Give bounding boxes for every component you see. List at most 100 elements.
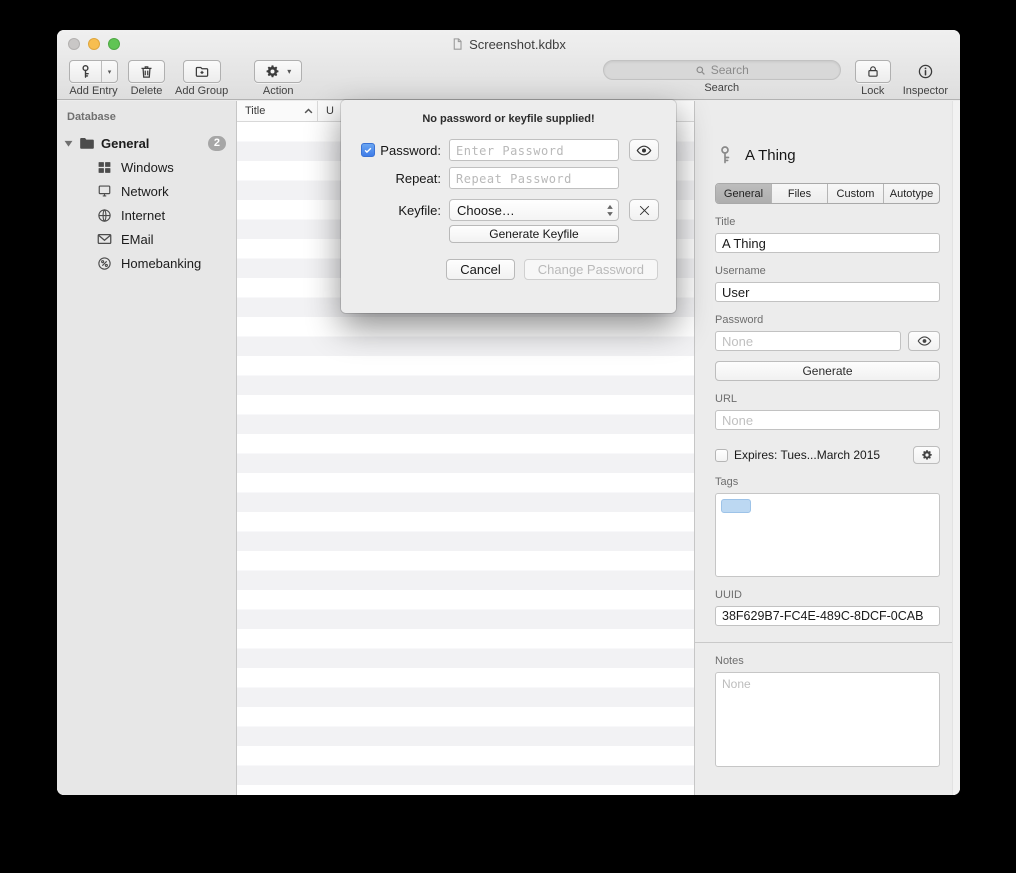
close-x-icon — [638, 204, 651, 217]
toolbar-item-search: Search Search — [603, 60, 841, 94]
column-header-username[interactable]: U — [318, 105, 334, 117]
window-title-text: Screenshot.kdbx — [469, 37, 566, 52]
keyfile-row: Keyfile: Choose… — [341, 199, 676, 221]
zoom-button[interactable] — [108, 38, 120, 50]
add-entry-button[interactable]: ▾ — [69, 60, 118, 83]
expires-label: Expires: Tues...March 2015 — [734, 448, 907, 462]
search-label: Search — [704, 82, 739, 94]
keyfile-selected-value: Choose… — [457, 203, 606, 218]
search-icon — [695, 65, 706, 76]
keyfile-popup-button[interactable]: Choose… — [449, 199, 619, 221]
inspector-password-input[interactable] — [715, 331, 901, 351]
window-title: Screenshot.kdbx — [57, 30, 960, 58]
action-button[interactable]: ▾ — [254, 60, 302, 83]
globe-icon — [95, 208, 113, 223]
notes-textarea[interactable] — [715, 672, 940, 767]
add-entry-label: Add Entry — [69, 85, 117, 97]
key-icon — [715, 144, 735, 166]
password-row — [715, 331, 940, 351]
tab-general[interactable]: General — [716, 184, 771, 203]
expires-checkbox[interactable] — [715, 449, 728, 462]
lock-button[interactable] — [855, 60, 891, 83]
cancel-button[interactable]: Cancel — [446, 259, 514, 280]
sidebar-item-email[interactable]: EMail — [57, 227, 236, 251]
tab-custom[interactable]: Custom — [827, 184, 883, 203]
inspector-scrollbar[interactable] — [952, 101, 960, 795]
trash-icon — [139, 64, 154, 79]
password-label: Password: — [380, 143, 441, 158]
tab-files[interactable]: Files — [771, 184, 827, 203]
toolbar-item-delete: Delete — [128, 60, 165, 97]
clear-keyfile-button[interactable] — [629, 199, 659, 221]
dialog-reveal-password-button[interactable] — [629, 139, 659, 161]
url-input[interactable] — [715, 410, 940, 430]
tags-label: Tags — [715, 476, 940, 488]
delete-label: Delete — [131, 85, 163, 97]
dialog-password-input[interactable] — [449, 139, 619, 161]
add-group-button[interactable] — [183, 60, 221, 83]
sidebar-header: Database — [57, 111, 236, 123]
lock-label: Lock — [861, 85, 884, 97]
key-plus-icon — [70, 61, 101, 82]
generate-password-button[interactable]: Generate — [715, 361, 940, 381]
inspector-header: A Thing — [715, 141, 940, 169]
sidebar-item-network[interactable]: Network — [57, 179, 236, 203]
repeat-label: Repeat: — [395, 171, 441, 186]
sidebar: Database General 2 Windows — [57, 101, 237, 795]
group-label: Internet — [121, 208, 165, 223]
toolbar-item-add-entry: ▾ Add Entry — [69, 60, 118, 97]
gear-icon — [921, 449, 933, 461]
minimize-button[interactable] — [88, 38, 100, 50]
delete-button[interactable] — [128, 60, 165, 83]
dialog-message: No password or keyfile supplied! — [341, 113, 676, 125]
username-input[interactable] — [715, 282, 940, 302]
screen: Screenshot.kdbx ▾ Add Entry — [0, 0, 1016, 873]
sidebar-item-windows[interactable]: Windows — [57, 155, 236, 179]
tab-autotype[interactable]: Autotype — [883, 184, 939, 203]
toolbar-item-lock: Lock — [855, 60, 891, 97]
uuid-field[interactable]: 38F629B7-FC4E-489C-8DCF-0CAB — [715, 606, 940, 626]
disclosure-triangle-icon[interactable] — [64, 140, 73, 147]
sidebar-item-homebanking[interactable]: Homebanking — [57, 251, 236, 275]
divider — [695, 642, 960, 643]
envelope-icon — [95, 233, 113, 245]
repeat-password-input[interactable] — [449, 167, 619, 189]
folder-icon — [78, 137, 96, 150]
column-header-title[interactable]: Title — [237, 101, 318, 121]
column-username-label: U — [326, 105, 334, 117]
password-row: Password: — [341, 139, 676, 161]
group-label: EMail — [121, 232, 154, 247]
repeat-row: Repeat: — [341, 167, 676, 189]
info-icon — [917, 63, 934, 80]
expires-row: Expires: Tues...March 2015 — [715, 446, 940, 464]
sidebar-item-general[interactable]: General 2 — [57, 131, 236, 155]
password-label: Password — [715, 314, 940, 326]
sort-ascending-icon — [304, 108, 313, 114]
inspector-button[interactable] — [911, 60, 940, 83]
inspector-label: Inspector — [903, 85, 948, 97]
tags-box[interactable] — [715, 493, 940, 577]
group-label: Network — [121, 184, 169, 199]
title-input[interactable] — [715, 233, 940, 253]
password-label-group: Password: — [349, 143, 449, 158]
password-checkbox[interactable] — [361, 143, 375, 157]
percent-coin-icon — [95, 256, 113, 271]
group-label: Homebanking — [121, 256, 201, 271]
close-button[interactable] — [68, 38, 80, 50]
generate-keyfile-button[interactable]: Generate Keyfile — [449, 225, 619, 243]
expires-settings-button[interactable] — [913, 446, 940, 464]
reveal-password-button[interactable] — [908, 331, 940, 351]
toolbar: ▾ Add Entry Delete — [57, 58, 960, 100]
window-chrome: Screenshot.kdbx ▾ Add Entry — [57, 30, 960, 100]
tag-pill[interactable] — [721, 499, 751, 513]
repeat-label-group: Repeat: — [349, 171, 449, 186]
change-password-button[interactable]: Change Password — [524, 259, 658, 280]
titlebar[interactable]: Screenshot.kdbx — [57, 30, 960, 58]
sidebar-item-internet[interactable]: Internet — [57, 203, 236, 227]
entry-count-badge: 2 — [208, 136, 226, 151]
add-entry-dropdown-arrow[interactable]: ▾ — [101, 61, 117, 82]
search-input[interactable]: Search — [603, 60, 841, 80]
folder-plus-icon — [194, 64, 210, 79]
document-icon — [451, 37, 464, 51]
generate-keyfile-row: Generate Keyfile — [341, 225, 676, 243]
